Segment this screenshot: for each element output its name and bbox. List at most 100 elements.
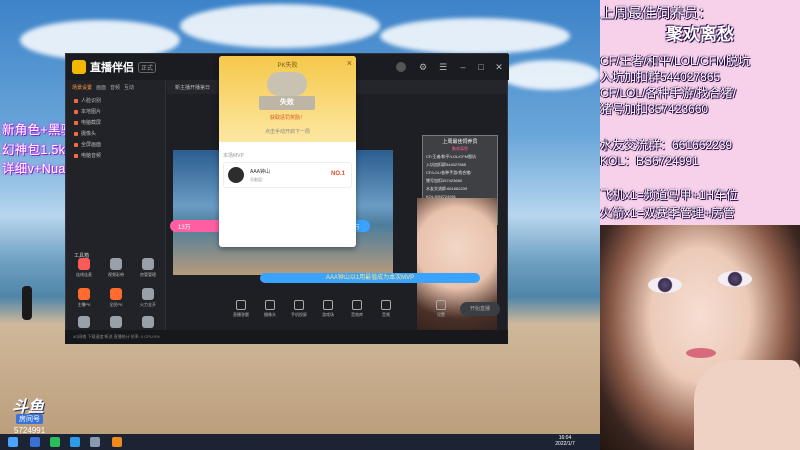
sidebar-tab-audio[interactable]: 音频 — [110, 84, 120, 91]
scene-item[interactable]: 本地图片 — [66, 106, 165, 117]
avatar — [228, 167, 244, 183]
avatar[interactable] — [396, 62, 406, 72]
toolbar-label: 游戏场 — [322, 312, 334, 317]
app-title: 直播伴侣 — [90, 62, 134, 74]
pk-next-round-link[interactable]: 点击手动开启下一局 — [219, 128, 356, 135]
tool-label: 全民PK — [109, 302, 123, 307]
taskbar-app-icon[interactable] — [70, 437, 80, 447]
scene-item[interactable]: 电脑截屏 — [66, 117, 165, 128]
close-icon[interactable]: × — [347, 58, 352, 68]
scene-label: 摄像头 — [81, 131, 97, 137]
scene-label: 电脑截屏 — [81, 120, 102, 126]
game-icon — [323, 300, 333, 310]
eye-left — [648, 277, 682, 293]
ribbon-icon — [110, 258, 122, 270]
right-panel-line-7: 飞机x1=频道马甲+1H车位 — [600, 188, 739, 202]
app-sidebar: 场景设置 画面 音频 互动 人脸识别 本地图片 电脑截屏 摄像头 全屏画面 电脑… — [66, 80, 166, 335]
tool-label: 火力全开 — [140, 302, 156, 307]
taskbar-app-icon[interactable] — [112, 437, 122, 447]
tool-label: 房管管理 — [140, 272, 156, 277]
close-icon[interactable]: ✕ — [494, 62, 504, 72]
tool-video-ribbon[interactable]: 视频彩带 — [100, 258, 132, 278]
settings-icon[interactable]: ⚙ — [418, 62, 428, 72]
right-panel-line-6: KOL：BS6724991 — [600, 154, 699, 168]
settings-button[interactable]: 设置 — [426, 300, 456, 318]
windows-start-icon[interactable] — [8, 437, 18, 447]
scene-label: 人脸识别 — [81, 98, 102, 104]
room-number-badge: 房间号 — [16, 414, 43, 424]
scene-label: 全屏画面 — [81, 142, 102, 148]
danmu-line: 水友交流群:661662239 — [426, 186, 468, 191]
scene-icon — [74, 120, 78, 125]
tool-label: 连线连麦 — [76, 272, 92, 277]
taskbar-app-icon[interactable] — [50, 437, 60, 447]
scene-item[interactable]: 人脸识别 — [66, 95, 165, 106]
app-version-badge: 正式 — [138, 61, 157, 73]
game-button[interactable]: 游戏场 — [313, 300, 343, 318]
maximize-icon[interactable]: □ — [476, 62, 486, 72]
mvp-score: 贡献值： — [250, 177, 266, 182]
sidebar-tab-interact[interactable]: 互动 — [124, 84, 134, 91]
mvp-label: 本场MVP — [223, 153, 244, 159]
tool-all-pk[interactable]: 全民PK — [100, 288, 132, 308]
taskbar-clock[interactable]: 16:04 2022/1/7 — [545, 435, 585, 447]
tool-label: 视频彩带 — [108, 272, 124, 277]
tool-mic-link[interactable]: 连线连麦 — [68, 258, 100, 278]
phone-cast-icon — [294, 300, 304, 310]
scene-item[interactable]: 摄像头 — [66, 128, 165, 139]
speaker-icon — [381, 300, 391, 310]
right-info-panel: 上周最佳饲养员： 聚欢离愁 CF/王者/和平/LOL/CFM脱坑 入坑加扣群54… — [600, 0, 800, 450]
pk-mvp-caption: AAA钟山以1用最值成为本次MVP — [260, 273, 480, 283]
right-panel-line-5: 水友交流群：661662239 — [600, 138, 733, 152]
scene-icon — [74, 131, 78, 136]
scene-icon — [74, 142, 78, 147]
rain-cloud-icon — [267, 72, 307, 96]
scene-icon — [74, 98, 78, 103]
sound-library-button[interactable]: 音效库 — [342, 300, 372, 318]
live-quiz-button[interactable]: 直播答题 — [226, 300, 256, 318]
pk-result-ribbon: 失败 — [259, 96, 315, 110]
sidebar-tab-scene[interactable]: 场景设置 — [72, 84, 92, 91]
danmu-title: 上周最佳饲养员 — [442, 139, 478, 145]
fire-icon — [142, 288, 154, 300]
tool-room-manage[interactable]: 房管管理 — [132, 258, 164, 278]
tool-fire[interactable]: 火力全开 — [132, 288, 164, 308]
all-pk-icon — [110, 288, 122, 300]
hand — [694, 360, 800, 450]
pk-result-popup: PK失败 × 失败 获取惩罚奖励！ 点击手动开启下一局 本场MVP AAA钟山 … — [219, 56, 356, 247]
video-icon — [110, 316, 122, 328]
app-logo-icon — [72, 60, 86, 74]
app-statusbar: 4G网络 下载速度 断流 直播统计 帧率: 0 CPU:0% — [65, 330, 508, 344]
sidebar-tab-picture[interactable]: 画面 — [96, 84, 106, 91]
menu-icon[interactable]: ☰ — [438, 62, 448, 72]
clock-date: 2022/1/7 — [555, 441, 575, 447]
gear-icon — [436, 300, 446, 310]
mic-link-icon — [78, 258, 90, 270]
quiz-icon — [236, 300, 246, 310]
camera-button[interactable]: 摄像头 — [255, 300, 285, 318]
camera-icon — [265, 300, 275, 310]
room-manage-icon — [142, 258, 154, 270]
scene-label: 本地图片 — [81, 109, 102, 115]
mvp-row: AAA钟山 贡献值： NO.1 — [223, 162, 352, 188]
taskbar-app-icon[interactable] — [90, 437, 100, 447]
phone-cast-button[interactable]: 手机投屏 — [284, 300, 314, 318]
pk-score-left: 13万 — [178, 225, 191, 231]
taskbar-app-icon[interactable] — [30, 437, 40, 447]
danmu-line: 聚欢离愁 — [452, 146, 468, 151]
danmu-line: 猪号加扣357423660 — [426, 178, 463, 183]
right-panel-line-1: CF/王者/和平/LOL/CFM脱坑 — [600, 54, 751, 68]
right-panel-line-8: 火箭x1=双赛季管理+房管 — [600, 206, 735, 220]
scene-item[interactable]: 全屏画面 — [66, 139, 165, 150]
scene-label: 电脑音频 — [81, 153, 102, 159]
minimize-icon[interactable]: – — [458, 62, 468, 72]
scene-item[interactable]: 电脑音频 — [66, 150, 165, 161]
pk-icon — [78, 288, 90, 300]
tool-anchor-pk[interactable]: 主播PK — [68, 288, 100, 308]
scene-icon — [74, 109, 78, 114]
right-panel-line-4: 猪号加扣357423660 — [600, 102, 709, 116]
audio-button[interactable]: 音频 — [371, 300, 401, 318]
pk-popup-title: PK失败 — [277, 63, 298, 69]
danmu-line: CF/王者/和平/LOL/CFM脱坑 — [426, 154, 477, 159]
start-live-button[interactable]: 开始直播 — [460, 302, 500, 316]
